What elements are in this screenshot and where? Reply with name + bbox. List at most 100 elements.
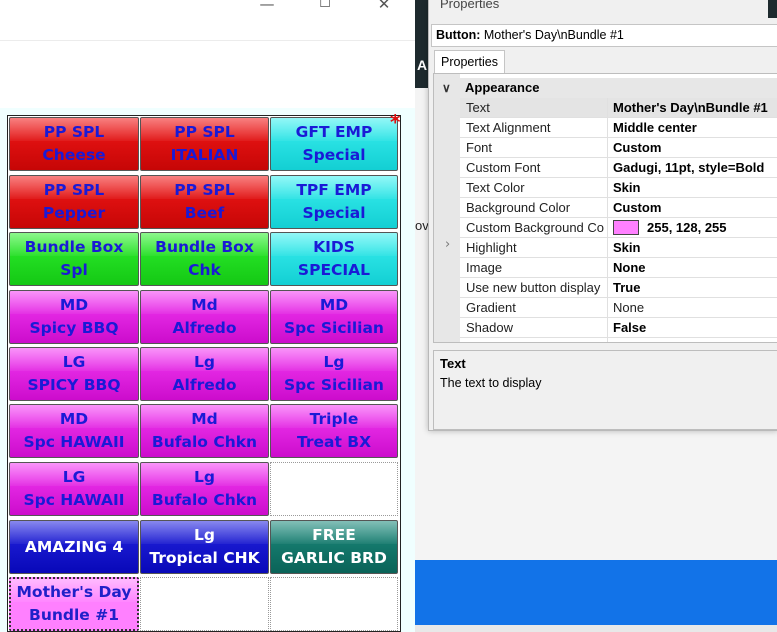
property-name: Image	[466, 260, 503, 275]
menu-button[interactable]: AMAZING 4	[9, 520, 139, 574]
property-value[interactable]: Skin	[607, 178, 777, 197]
property-value[interactable]: Custom	[607, 198, 777, 217]
menu-button-label-line2: Bufalo Chkn	[151, 491, 258, 509]
property-row[interactable]: Background Color Custom	[460, 198, 777, 218]
property-value[interactable]: None	[607, 298, 777, 317]
menu-button[interactable]: PP SPL Beef	[140, 175, 269, 229]
property-row[interactable]: Gradient None	[460, 298, 777, 318]
menu-button-label-line2: Bufalo Chkn	[151, 433, 258, 451]
maximize-icon[interactable]: ☐	[313, 0, 337, 14]
object-selector[interactable]: Button: Mother's Day\nBundle #1	[431, 24, 777, 47]
property-row[interactable]: Image None	[460, 258, 777, 278]
menu-button[interactable]: Bundle Box Spl	[9, 232, 139, 286]
property-value-text: Mother's Day\nBundle #1	[613, 100, 768, 115]
menu-button-label-line2: Alfredo	[172, 376, 237, 394]
menu-button-label-line1: Lg	[194, 468, 215, 486]
menu-button-label-line2: Tropical CHK	[149, 549, 260, 567]
menu-button-label-line2: Cheese	[42, 146, 106, 164]
chevron-down-icon[interactable]: ∨	[442, 78, 451, 98]
menu-button-label-line1: Lg	[194, 353, 215, 371]
property-name: Shadow	[466, 320, 513, 335]
property-row[interactable]: Text Color Skin	[460, 178, 777, 198]
menu-button[interactable]: LG Spc HAWAII	[9, 462, 139, 516]
menu-button[interactable]: Lg Spc Sicilian	[270, 347, 398, 401]
property-value[interactable]: False	[607, 318, 777, 337]
menu-button[interactable]: TPF EMP Special	[270, 175, 398, 229]
menu-button[interactable]: Lg Tropical CHK	[140, 520, 269, 574]
menu-button-label-line1: PP SPL	[43, 123, 105, 141]
menu-button-label-line2: Pepper	[42, 204, 106, 222]
property-value[interactable]: 255, 128, 255	[607, 218, 777, 237]
menu-button-label-line2: Spc Sicilian	[284, 376, 384, 394]
menu-button-label-line1: Mother's Day	[16, 583, 132, 601]
property-value-text: Middle center	[613, 120, 697, 135]
empty-button-slot[interactable]	[270, 462, 398, 516]
menu-button-label-line1: Bundle Box	[155, 238, 254, 256]
menu-button-label-line1: AMAZING 4	[24, 537, 124, 556]
menu-button[interactable]: PP SPL ITALIAN	[140, 117, 269, 171]
property-name: Highlight	[466, 240, 517, 255]
menu-button-label-line2: Special	[302, 204, 366, 222]
background-app-text-ov: ov	[415, 218, 429, 233]
close-icon[interactable]: ✕	[372, 0, 396, 14]
menu-button-label-line2: GARLIC BRD	[281, 549, 387, 567]
menu-button[interactable]: PP SPL Pepper	[9, 175, 139, 229]
property-value[interactable]: None	[607, 258, 777, 277]
property-row[interactable]: Use new button display True	[460, 278, 777, 298]
property-value[interactable]: True	[607, 278, 777, 297]
menu-button-label-line1: PP SPL	[174, 123, 235, 141]
menu-button[interactable]: PP SPL Cheese	[9, 117, 139, 171]
property-name: Gradient	[466, 300, 516, 315]
menu-button[interactable]: Triple Treat BX	[270, 404, 398, 458]
property-value[interactable]: False	[607, 338, 777, 342]
category-label: Appearance	[465, 80, 540, 95]
category-appearance[interactable]: ∨ Appearance	[434, 78, 777, 98]
menu-button[interactable]: MD Spc HAWAII	[9, 404, 139, 458]
menu-button-label-line2: Spicy BBQ	[29, 319, 119, 337]
property-name: Text	[466, 100, 490, 115]
modified-indicator: *	[390, 110, 401, 134]
property-row[interactable]: Border False	[460, 338, 777, 342]
menu-button[interactable]: Lg Alfredo	[140, 347, 269, 401]
menu-button[interactable]: GFT EMP Special	[270, 117, 398, 171]
property-description: Text The text to display	[433, 350, 777, 430]
property-value-text: None	[613, 300, 645, 315]
property-value[interactable]: Middle center	[607, 118, 777, 137]
property-value[interactable]: Gadugi, 11pt, style=Bold	[607, 158, 777, 177]
property-value[interactable]: Custom	[607, 138, 777, 157]
menu-button[interactable]: Mother's Day Bundle #1	[9, 577, 139, 631]
titlebar-accent	[768, 0, 777, 18]
property-row[interactable]: Shadow False	[460, 318, 777, 338]
chevron-right-icon[interactable]: ›	[445, 237, 450, 252]
menu-button-label-line1: GFT EMP	[295, 123, 373, 141]
menu-button[interactable]: MD Spicy BBQ	[9, 290, 139, 344]
menu-button[interactable]: LG SPICY BBQ	[9, 347, 139, 401]
empty-button-slot[interactable]	[270, 577, 398, 631]
property-row[interactable]: Text Alignment Middle center	[460, 118, 777, 138]
menu-button[interactable]: Md Alfredo	[140, 290, 269, 344]
background-app-text-a: A	[417, 57, 428, 73]
menu-button[interactable]: KIDS SPECIAL	[270, 232, 398, 286]
menu-button[interactable]: Lg Bufalo Chkn	[140, 462, 269, 516]
menu-button-label-line1: Lg	[194, 526, 215, 544]
property-value[interactable]: Mother's Day\nBundle #1	[607, 98, 777, 117]
menu-button[interactable]: MD Spc Sicilian	[270, 290, 398, 344]
property-row[interactable]: Custom Background Color 255, 128, 255	[460, 218, 777, 238]
tab-properties[interactable]: Properties	[434, 50, 505, 74]
property-value[interactable]: Skin	[607, 238, 777, 257]
property-row[interactable]: Font Custom	[460, 138, 777, 158]
property-row[interactable]: Highlight Skin	[460, 238, 777, 258]
menu-button[interactable]: Bundle Box Chk	[140, 232, 269, 286]
object-type: Button:	[436, 28, 481, 42]
menu-button-label-line2: Spc HAWAII	[23, 491, 125, 509]
menu-button[interactable]: FREE GARLIC BRD	[270, 520, 398, 574]
property-row[interactable]: Text Mother's Day\nBundle #1	[460, 98, 777, 118]
property-row[interactable]: Custom Font Gadugi, 11pt, style=Bold	[460, 158, 777, 178]
empty-button-slot[interactable]	[140, 577, 269, 631]
menu-button-label-line1: Md	[191, 296, 218, 314]
minimize-icon[interactable]: —	[255, 0, 279, 14]
designer-titlebar: — ☐ ✕	[0, 0, 415, 41]
menu-button[interactable]: Md Bufalo Chkn	[140, 404, 269, 458]
property-name: Text Color	[466, 180, 525, 195]
menu-button-label-line1: MD	[59, 410, 89, 428]
